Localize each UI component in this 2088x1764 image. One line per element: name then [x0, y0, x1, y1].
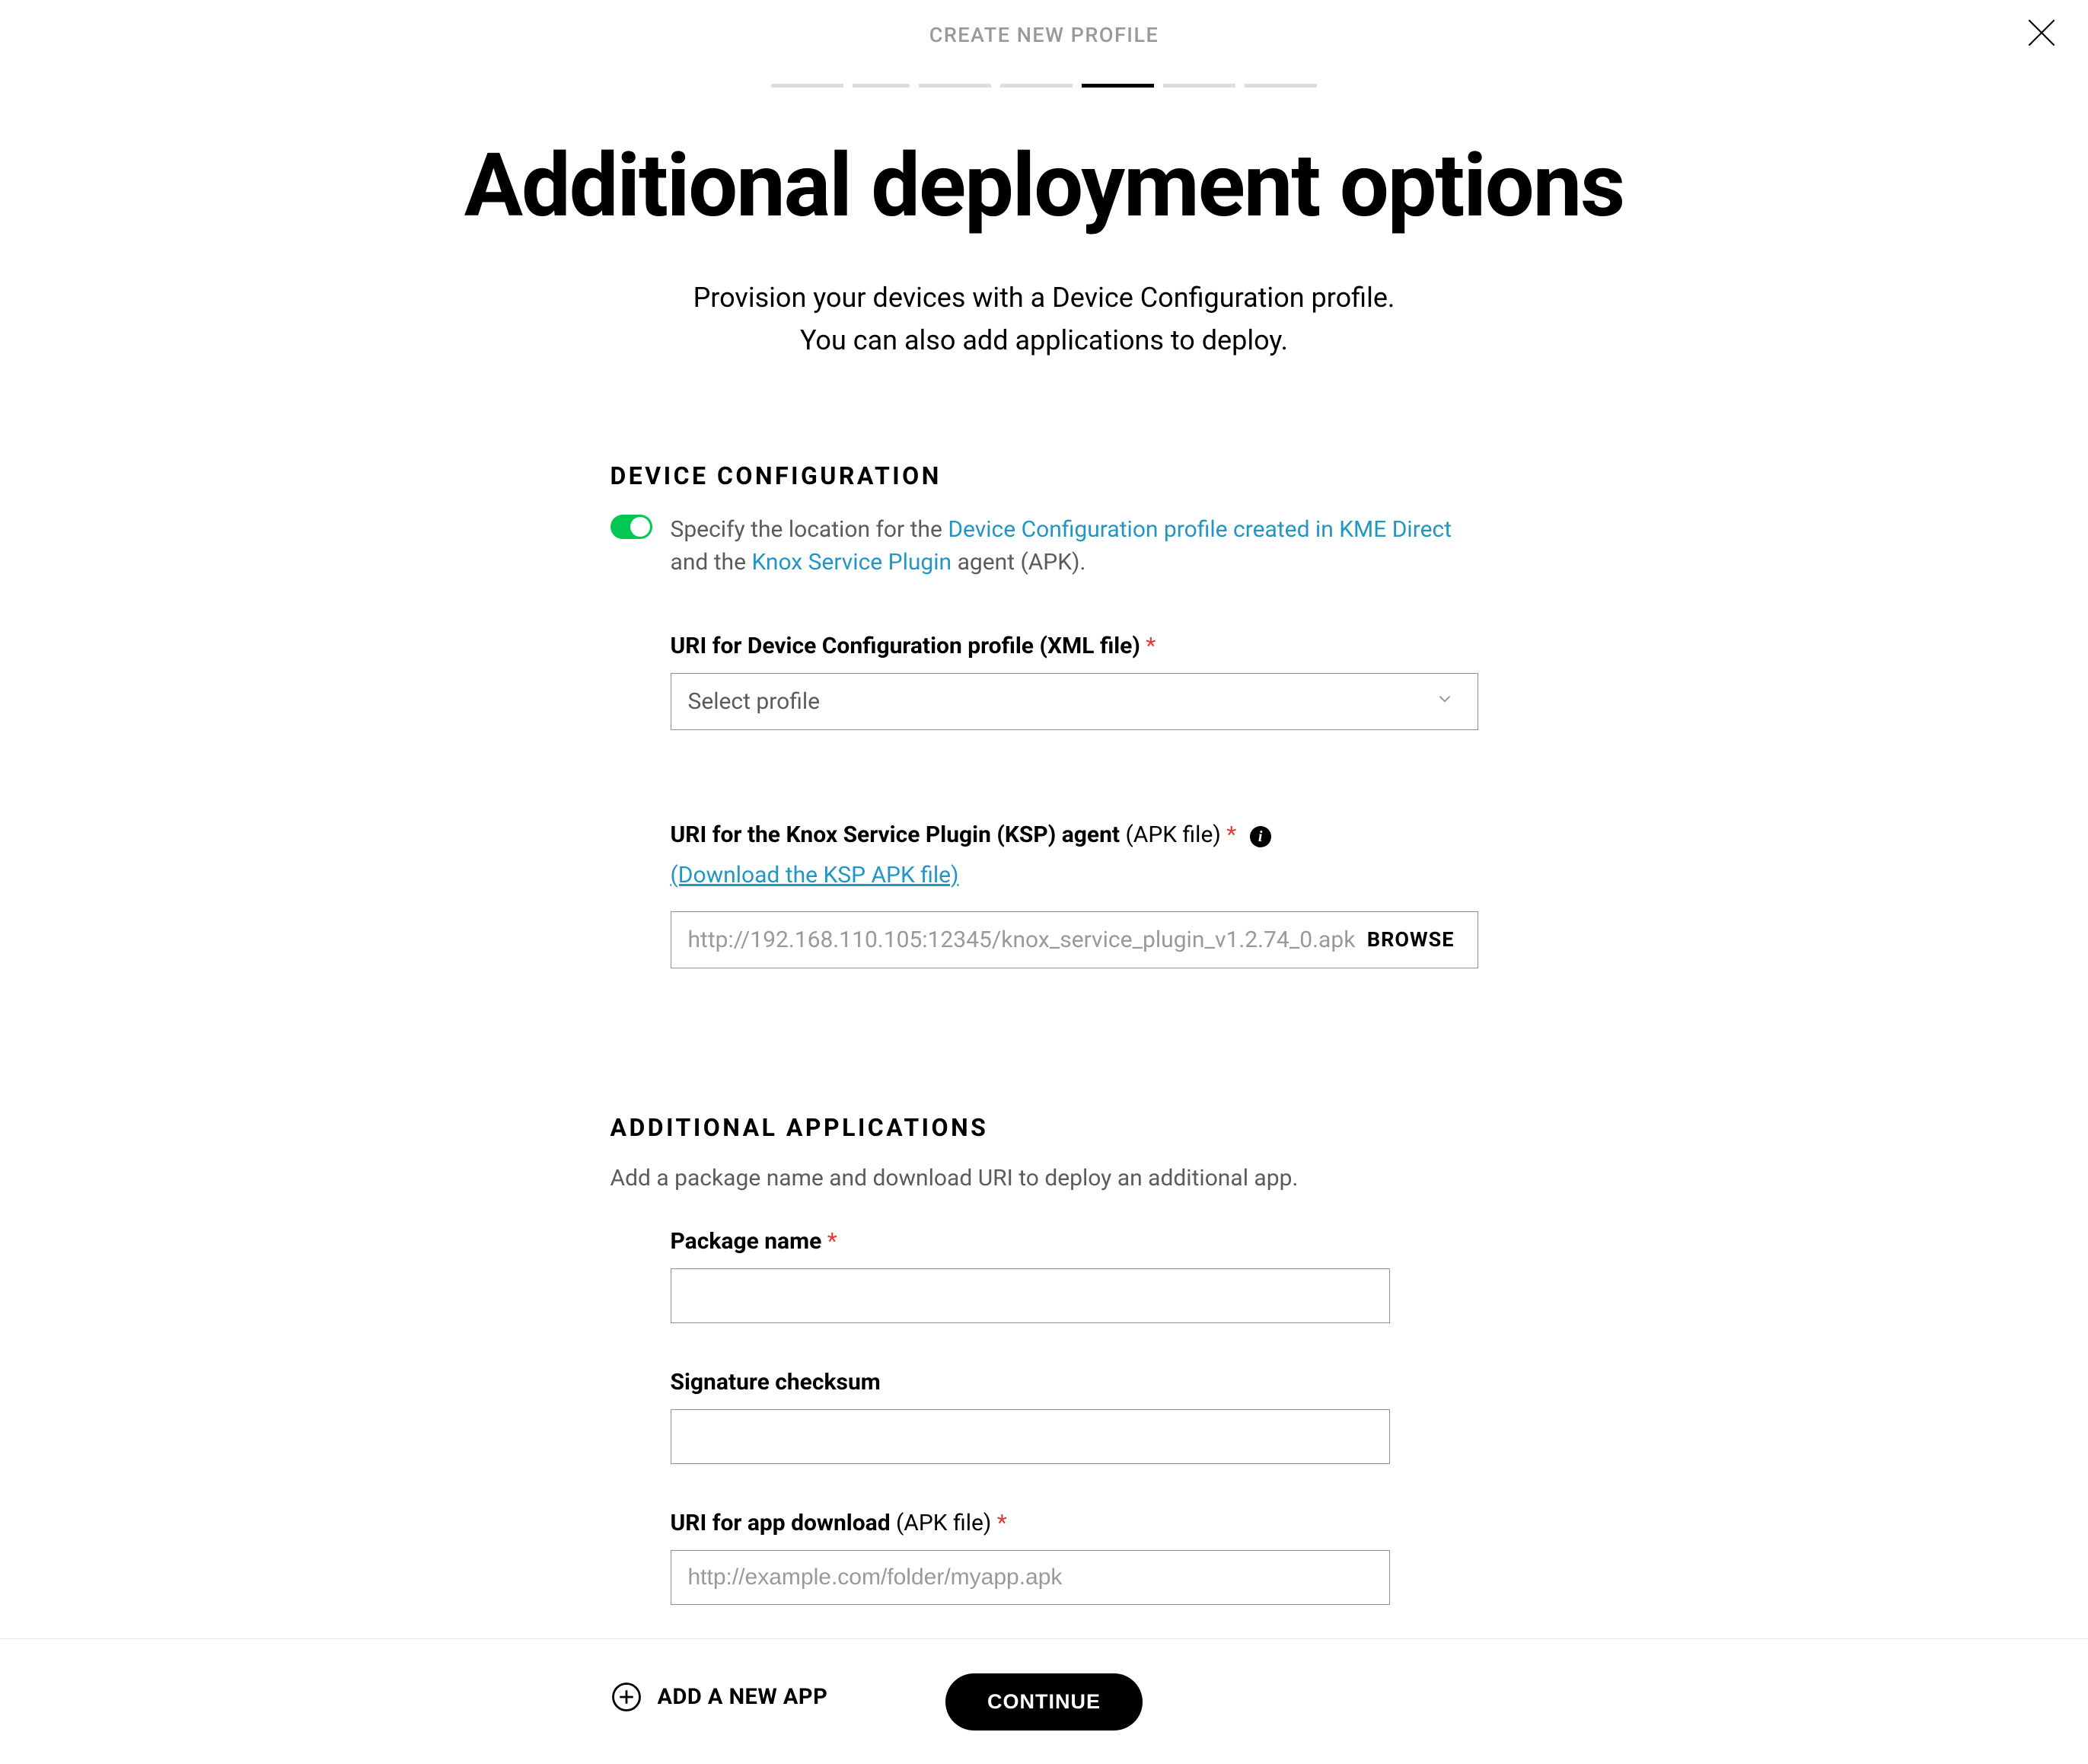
- modal-header-label: CREATE NEW PROFILE: [0, 23, 2088, 47]
- step-6: [1163, 84, 1235, 88]
- close-button[interactable]: [2023, 14, 2061, 55]
- device-config-description: Specify the location for the Device Conf…: [671, 513, 1478, 579]
- device-config-heading: DEVICE CONFIGURATION: [610, 461, 1478, 490]
- step-7: [1245, 84, 1317, 88]
- profile-select[interactable]: Select profile: [671, 673, 1478, 730]
- device-config-toggle[interactable]: [610, 515, 652, 539]
- continue-button[interactable]: CONTINUE: [945, 1673, 1143, 1731]
- profile-select-value: Select profile: [688, 688, 821, 715]
- page-subtitle-line-1: Provision your devices with a Device Con…: [0, 277, 2088, 320]
- uri-xml-label: URI for Device Configuration profile (XM…: [671, 633, 1478, 659]
- browse-button[interactable]: BROWSE: [1367, 927, 1455, 952]
- footer-bar: CONTINUE: [0, 1638, 2088, 1764]
- page-title: Additional deployment options: [0, 142, 2088, 230]
- app-uri-input[interactable]: [671, 1550, 1390, 1605]
- close-icon: [2023, 40, 2061, 55]
- page-subtitle-line-2: You can also add applications to deploy.: [0, 320, 2088, 362]
- wizard-stepper: [0, 84, 2088, 88]
- dcp-kme-link[interactable]: Device Configuration profile created in …: [948, 516, 1452, 543]
- additional-apps-desc: Add a package name and download URI to d…: [610, 1165, 1478, 1191]
- checksum-input[interactable]: [671, 1409, 1390, 1464]
- toggle-knob: [630, 517, 650, 537]
- package-name-input[interactable]: [671, 1268, 1390, 1323]
- step-2: [853, 84, 910, 88]
- package-name-label: Package name *: [671, 1228, 1478, 1255]
- additional-apps-heading: ADDITIONAL APPLICATIONS: [610, 1113, 1478, 1142]
- app-uri-label: URI for app download (APK file) *: [671, 1510, 1478, 1536]
- chevron-down-icon: [1435, 688, 1455, 715]
- step-4: [1000, 84, 1073, 88]
- info-icon[interactable]: i: [1250, 826, 1271, 847]
- step-3: [919, 84, 991, 88]
- step-1: [771, 84, 843, 88]
- step-5-active: [1082, 84, 1154, 88]
- ksp-link[interactable]: Knox Service Plugin: [751, 549, 952, 576]
- ksp-uri-value: http://192.168.110.105:12345/knox_servic…: [688, 927, 1356, 953]
- download-ksp-link[interactable]: (Download the KSP APK file): [671, 862, 959, 888]
- ksp-uri-input-wrap[interactable]: http://192.168.110.105:12345/knox_servic…: [671, 911, 1478, 968]
- checksum-label: Signature checksum: [671, 1369, 1478, 1396]
- uri-ksp-label: URI for the Knox Service Plugin (KSP) ag…: [671, 821, 1478, 848]
